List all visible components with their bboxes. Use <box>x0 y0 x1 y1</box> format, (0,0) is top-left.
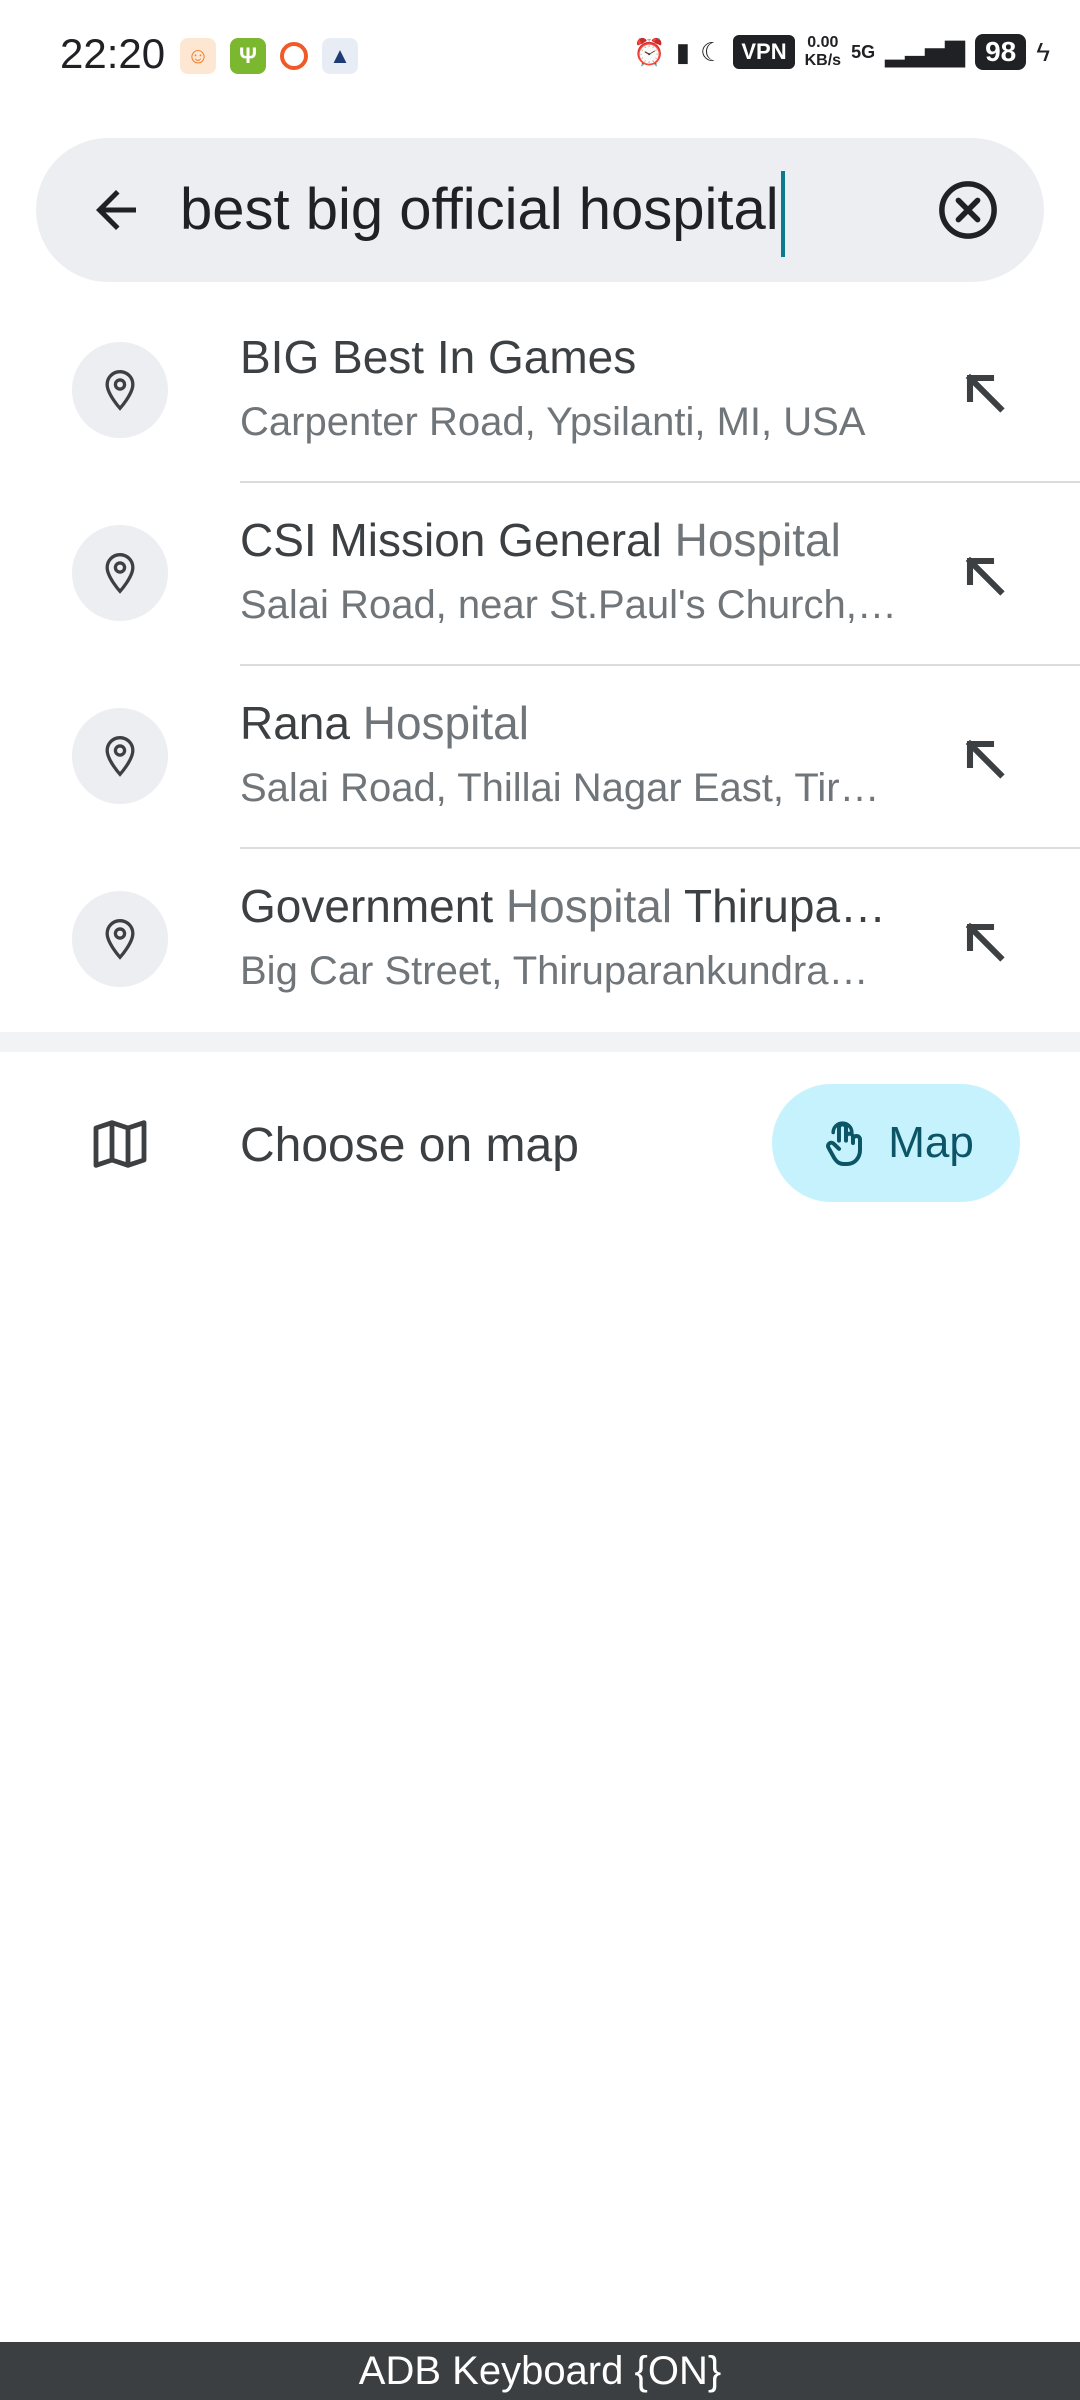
search-query: best big official hospital <box>180 177 779 242</box>
touch-icon <box>826 1121 863 1166</box>
text-caret <box>780 170 785 257</box>
adb-keyboard-banner: ADB Keyboard {ON} <box>0 2342 1080 2400</box>
clear-icon <box>939 181 997 239</box>
fill-query-button[interactable] <box>946 903 1022 979</box>
back-arrow-icon <box>96 190 136 230</box>
map-button-label: Map <box>888 1118 974 1167</box>
vpn-badge: VPN <box>733 35 795 69</box>
suggestion-list: BIG Best In Games Carpenter Road, Ypsila… <box>0 300 1080 1032</box>
alarm-icon: ⏰ <box>633 36 666 67</box>
arrow-up-left-icon <box>965 556 1005 596</box>
place-pin-icon <box>72 342 168 438</box>
moon-icon: ☾ <box>700 36 724 67</box>
fill-query-button[interactable] <box>946 720 1022 796</box>
suggestion-title-part: Hospital <box>505 880 673 932</box>
signal-icon: ▂▃▅▇ <box>885 36 966 67</box>
suggestion-subtitle: Carpenter Road, Ypsilanti, MI, USA <box>240 400 866 444</box>
suggestion-row[interactable]: BIG Best In Games Carpenter Road, Ypsila… <box>0 300 1080 483</box>
arrow-up-left-icon <box>965 922 1005 962</box>
suggestion-title: CSI Mission General Hospital <box>240 513 900 567</box>
place-pin-icon <box>72 891 168 987</box>
notification-icons: ☺ Ψ ▲ <box>180 38 358 74</box>
arrow-up-left-icon <box>965 739 1005 779</box>
clear-button[interactable] <box>932 174 1004 246</box>
net-speed-value: 0.00 <box>807 34 839 51</box>
record-icon <box>280 42 308 70</box>
suggestion-title-part: Rana <box>240 697 363 749</box>
fill-query-button[interactable] <box>946 537 1022 613</box>
suggestion-subtitle: Salai Road, near St.Paul's Church, Tiruc… <box>240 583 900 627</box>
choose-on-map-label: Choose on map <box>240 1119 579 1172</box>
status-time: 22:20 <box>60 30 166 77</box>
cat-app-icon: ▲ <box>322 38 358 74</box>
map-icon <box>93 1120 147 1168</box>
suggestion-title-part: CSI Mission General <box>240 514 675 566</box>
suggestion-subtitle: Salai Road, Thillai Nagar East, Tiruchir… <box>240 766 900 810</box>
search-input[interactable]: best big official hospital <box>180 168 880 257</box>
place-pin-icon <box>72 525 168 621</box>
section-divider <box>0 1032 1080 1052</box>
suggestion-title-part: Government <box>240 880 506 932</box>
suggestion-title-part: Hospital <box>674 514 841 566</box>
back-button[interactable] <box>76 170 156 250</box>
suggestion-row[interactable]: CSI Mission General Hospital Salai Road,… <box>0 483 1080 666</box>
net-speed-unit: KB/s <box>804 52 842 69</box>
suggestion-title: Government Hospital Thiruparankundram <box>240 879 900 933</box>
app-notification-icon: ☺ <box>180 38 216 74</box>
network-type: 5G <box>851 41 876 62</box>
suggestion-subtitle: Big Car Street, Thiruparankundram, Madur… <box>240 949 900 993</box>
net-speed: 0.00 KB/s <box>805 34 841 70</box>
fill-query-button[interactable] <box>946 354 1022 430</box>
choose-on-map-row[interactable]: Choose on map Map <box>0 1052 1080 1232</box>
search-bar: best big official hospital <box>36 138 1044 282</box>
suggestion-title-part: BIG Best In Games <box>240 331 637 383</box>
charging-icon: ϟ <box>1036 36 1050 67</box>
battery-level: 98 <box>975 34 1027 70</box>
suggestion-title: BIG Best In Games <box>240 330 900 384</box>
suggestion-row[interactable]: Rana Hospital Salai Road, Thillai Nagar … <box>0 666 1080 849</box>
usb-icon: Ψ <box>230 38 266 74</box>
map-button[interactable]: Map <box>772 1084 1020 1202</box>
suggestion-row[interactable]: Government Hospital Thiruparankundram Bi… <box>0 849 1080 1032</box>
vibrate-icon: ▮ <box>675 36 691 67</box>
place-pin-icon <box>72 708 168 804</box>
suggestion-title-part: Thiruparankundram <box>684 880 900 932</box>
arrow-up-left-icon <box>965 373 1005 413</box>
status-bar: 22:20 ☺ Ψ ▲ ⏰ ▮ ☾ VPN 0.00 KB/s 5G ▂▃▅▇ … <box>0 0 1080 110</box>
suggestion-title-part: Hospital <box>362 697 529 749</box>
suggestion-title: Rana Hospital <box>240 696 900 750</box>
system-icons: ⏰ ▮ ☾ VPN 0.00 KB/s 5G ▂▃▅▇ 98 ϟ <box>633 34 1050 70</box>
